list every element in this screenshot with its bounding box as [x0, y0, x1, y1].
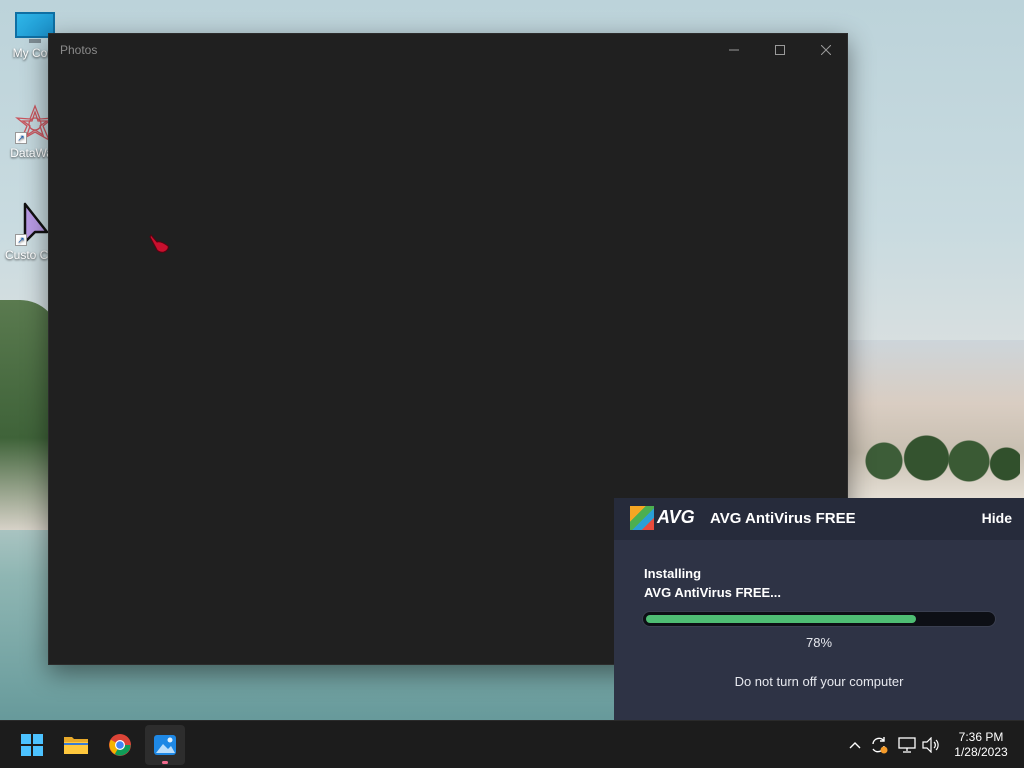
shortcut-arrow-icon: ↗: [15, 234, 27, 246]
avg-logo-text: AVG: [657, 507, 695, 527]
taskbar-file-explorer[interactable]: [56, 725, 96, 765]
taskbar-clock[interactable]: 7:36 PM 1/28/2023: [948, 730, 1014, 760]
network-icon: [898, 737, 916, 753]
install-progress-bar: [642, 611, 996, 627]
install-progress-fill: [646, 615, 916, 623]
clock-time: 7:36 PM: [958, 730, 1004, 744]
maximize-button[interactable]: [757, 34, 803, 66]
mouse-pointer-icon: [148, 233, 172, 260]
tray-update-button[interactable]: [868, 733, 890, 757]
hide-button[interactable]: Hide: [982, 510, 1012, 526]
taskbar-chrome[interactable]: [100, 725, 140, 765]
avg-logo-icon: [630, 506, 654, 530]
close-icon: [821, 45, 831, 55]
maximize-icon: [775, 45, 785, 55]
shortcut-arrow-icon: ↗: [15, 132, 27, 144]
taskbar: 7:36 PM 1/28/2023: [0, 720, 1024, 768]
window-title: Photos: [60, 43, 98, 57]
taskbar-photos[interactable]: [145, 725, 185, 765]
update-icon: [872, 737, 888, 754]
photos-icon: [154, 735, 176, 755]
avg-logo: AVG: [630, 506, 695, 530]
tray-volume-button[interactable]: [920, 733, 942, 757]
avg-header: AVG AVG AntiVirus FREE Hide: [614, 498, 1024, 540]
desktop-trees: [850, 425, 1020, 485]
volume-icon: [922, 737, 939, 753]
minimize-icon: [729, 49, 739, 51]
minimize-button[interactable]: [711, 34, 757, 66]
folder-icon: [64, 737, 88, 754]
photos-titlebar[interactable]: Photos: [49, 34, 847, 66]
tray-overflow-button[interactable]: [844, 733, 866, 757]
install-status-label: Installing: [644, 566, 702, 581]
install-warning-note: Do not turn off your computer: [734, 674, 904, 689]
tray-network-button[interactable]: [896, 733, 918, 757]
avg-install-popup: AVG AVG AntiVirus FREE Hide Installing A…: [614, 498, 1024, 720]
start-button[interactable]: [12, 725, 52, 765]
chevron-up-icon: [849, 742, 861, 749]
chrome-icon: [109, 734, 131, 756]
active-app-indicator: [162, 761, 168, 764]
avg-title: AVG AntiVirus FREE: [710, 510, 856, 527]
close-button[interactable]: [803, 34, 849, 66]
clock-date: 1/28/2023: [954, 745, 1008, 759]
install-product-label: AVG AntiVirus FREE...: [644, 585, 782, 600]
progress-percent: 78%: [805, 635, 833, 650]
windows-start-icon: [21, 734, 43, 756]
